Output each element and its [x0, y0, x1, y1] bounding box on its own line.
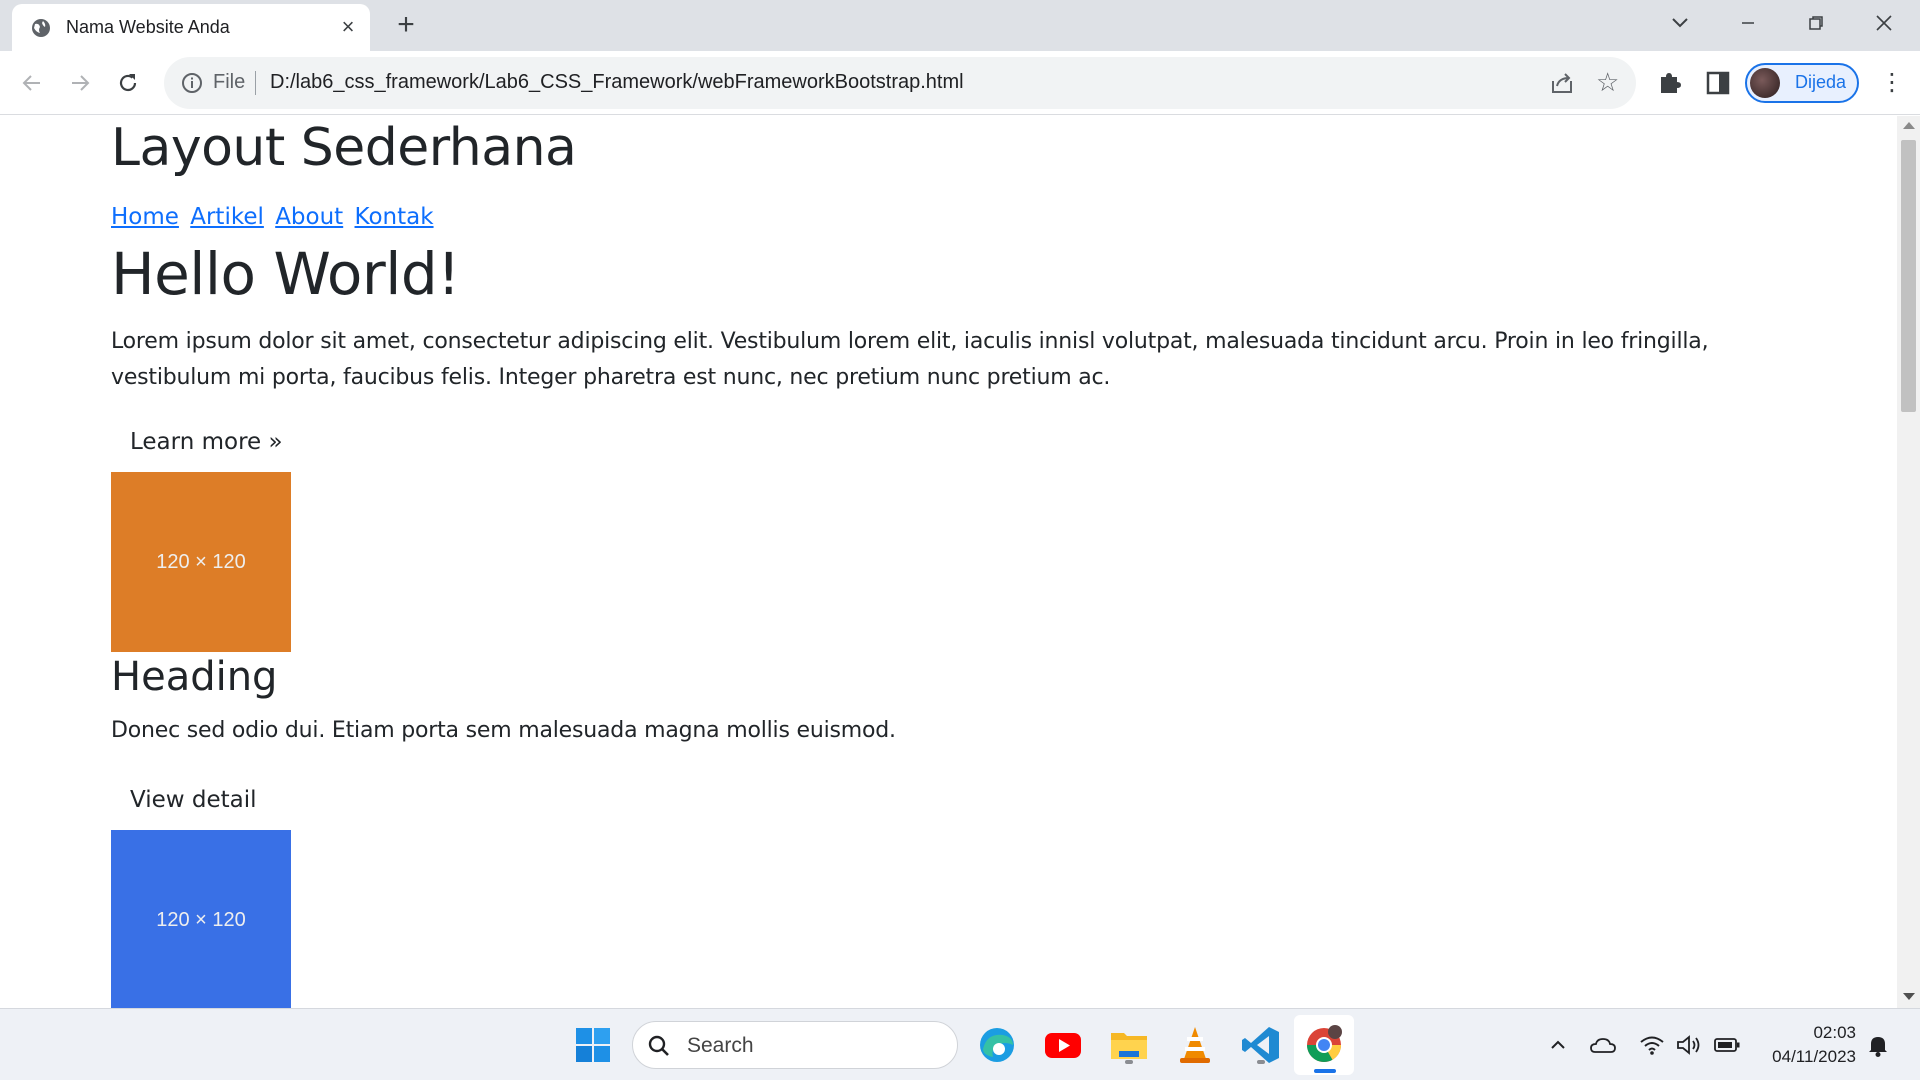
nav-link-home[interactable]: Home [111, 204, 179, 230]
learn-more-button[interactable]: Learn more » [130, 429, 283, 455]
placeholder-label: 120 × 120 [156, 908, 246, 931]
notification-bell-icon[interactable] [1864, 1031, 1892, 1059]
back-button[interactable] [14, 65, 50, 101]
web-page: Layout Sederhana Home Artikel About Kont… [0, 116, 1897, 1008]
active-app-indicator [1314, 1069, 1336, 1073]
profile-name: Dijeda [1795, 72, 1847, 92]
running-indicator [1125, 1060, 1133, 1064]
chrome-icon[interactable] [1302, 1023, 1346, 1067]
placeholder-image-blue: 120 × 120 [111, 830, 291, 1008]
address-bar[interactable]: File D:/lab6_css_framework/Lab6_CSS_Fram… [164, 57, 1636, 109]
info-icon[interactable] [180, 71, 204, 95]
restore-icon[interactable] [1796, 8, 1836, 38]
vlc-icon[interactable] [1173, 1023, 1217, 1067]
running-indicator [1257, 1060, 1265, 1064]
wifi-icon[interactable] [1638, 1031, 1666, 1059]
minimize-icon[interactable] [1728, 8, 1768, 38]
view-detail-button[interactable]: View detail [130, 787, 257, 813]
show-hidden-icons-icon[interactable] [1544, 1031, 1572, 1059]
youtube-icon[interactable] [1041, 1023, 1085, 1067]
card-text: Donec sed odio dui. Etiam porta sem male… [111, 718, 896, 743]
globe-icon [32, 19, 50, 37]
new-tab-button[interactable]: + [390, 10, 422, 42]
nav-link-kontak[interactable]: Kontak [355, 204, 434, 230]
nav-link-about[interactable]: About [275, 204, 343, 230]
browser-tab[interactable]: Nama Website Anda × [12, 4, 370, 51]
forward-button[interactable] [62, 65, 98, 101]
tab-strip: Nama Website Anda × + [0, 0, 1920, 51]
volume-icon[interactable] [1674, 1031, 1704, 1059]
battery-icon[interactable] [1712, 1031, 1742, 1059]
placeholder-image-orange: 120 × 120 [111, 472, 291, 652]
page-scrollbar[interactable] [1897, 116, 1920, 1008]
start-icon[interactable] [571, 1023, 615, 1067]
nav-link-artikel[interactable]: Artikel [190, 204, 264, 230]
scroll-down-arrow-icon[interactable] [1903, 993, 1915, 1000]
clock-date: 04/11/2023 [1772, 1047, 1856, 1066]
hero-text: Lorem ipsum dolor sit amet, consectetur … [111, 329, 1709, 390]
address-separator [255, 71, 256, 95]
close-window-icon[interactable] [1864, 8, 1904, 38]
avatar [1750, 68, 1780, 98]
browser-toolbar: File D:/lab6_css_framework/Lab6_CSS_Fram… [0, 51, 1920, 115]
card-heading: Heading [111, 654, 278, 700]
address-scheme: File [213, 71, 246, 93]
extensions-icon[interactable] [1654, 67, 1686, 99]
site-title: Layout Sederhana [111, 118, 577, 178]
taskbar-search[interactable]: Search [632, 1021, 958, 1069]
reload-button[interactable] [110, 65, 146, 101]
bookmark-star-icon[interactable]: ☆ [1596, 67, 1619, 97]
clock[interactable]: 02:03 04/11/2023 [1752, 1021, 1856, 1069]
site-nav: Home Artikel About Kontak [111, 204, 438, 230]
search-icon [648, 1035, 669, 1056]
profile-button[interactable]: Dijeda [1745, 63, 1859, 103]
onedrive-icon[interactable] [1588, 1031, 1618, 1059]
clock-time: 02:03 [1813, 1023, 1856, 1042]
side-panel-icon[interactable] [1702, 67, 1734, 99]
close-tab-icon[interactable]: × [338, 16, 358, 38]
hero-title: Hello World! [111, 240, 460, 308]
taskbar: Search 02:03 04/11/2023 [0, 1008, 1920, 1080]
more-menu-icon[interactable]: ⋮ [1880, 67, 1904, 99]
search-label: Search [687, 1034, 754, 1057]
scrollbar-thumb[interactable] [1901, 140, 1916, 412]
address-url[interactable]: D:/lab6_css_framework/Lab6_CSS_Framework… [270, 71, 964, 94]
placeholder-label: 120 × 120 [156, 550, 246, 573]
edge-icon[interactable] [975, 1023, 1019, 1067]
tab-search-icon[interactable] [1660, 8, 1700, 38]
share-icon[interactable] [1548, 69, 1576, 97]
scroll-up-arrow-icon[interactable] [1903, 122, 1915, 129]
tab-title: Nama Website Anda [66, 17, 230, 37]
